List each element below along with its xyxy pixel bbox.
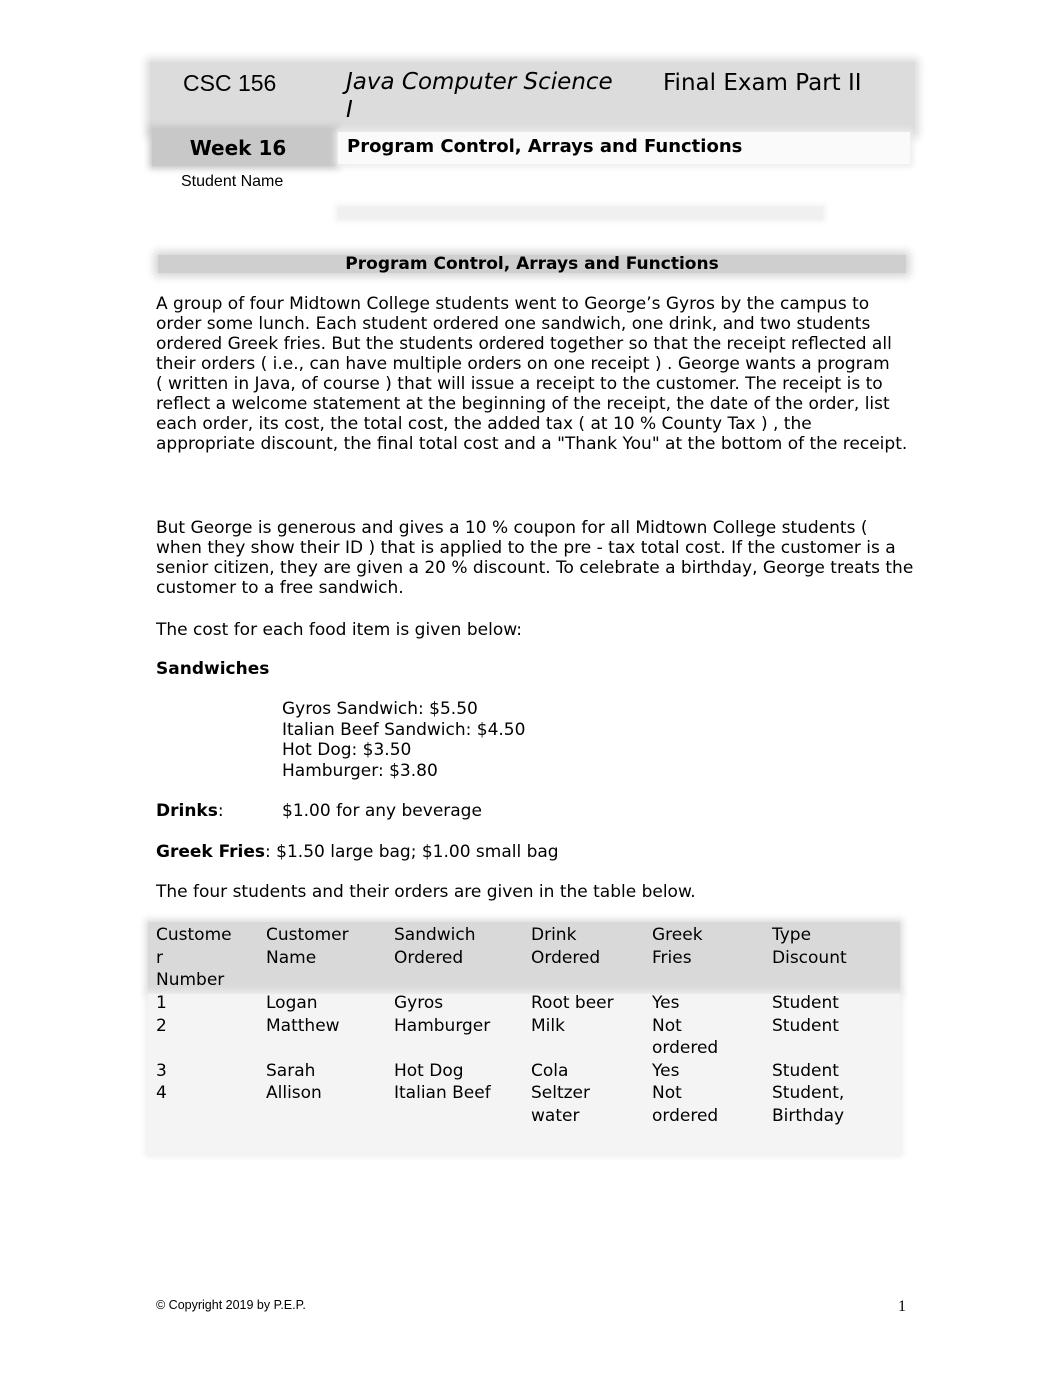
column-header: Sandwich Ordered	[394, 925, 476, 968]
table-cell: Root beer	[531, 993, 614, 1013]
intro-paragraph: A group of four Midtown College students…	[156, 294, 916, 454]
intro-paragraph-part2: ( written in Java, of course ) that will…	[156, 374, 908, 454]
intro-paragraph-part1: A group of four Midtown College students…	[156, 294, 892, 374]
table-cell: Yes	[652, 993, 680, 1013]
table-cell-empty	[772, 1127, 900, 1157]
table-cell: Not ordered	[652, 1015, 719, 1059]
table-cell: Student, Birthday	[772, 1083, 845, 1126]
table-cell: Hot Dog	[394, 1060, 464, 1081]
course-code: CSC 156	[183, 70, 277, 96]
table-cell: Yes	[652, 1060, 680, 1081]
table-cell-empty	[531, 1127, 652, 1157]
sandwich-list: Gyros Sandwich: $5.50 Italian Beef Sandw…	[282, 699, 525, 781]
table-cell: Matthew	[266, 1015, 340, 1036]
table-row-empty	[148, 1127, 900, 1157]
table-cell: Student	[772, 993, 839, 1013]
fries-value: $1.50 large bag; $1.00 small bag	[276, 842, 559, 862]
page-number: 1	[898, 1298, 906, 1315]
table-intro: The four students and their orders are g…	[156, 882, 696, 902]
orders-table: Custome r Number Customer Name Sandwich Or…	[148, 922, 900, 1157]
cost-intro: The cost for each food item is given bel…	[156, 620, 522, 640]
course-title: Java Computer Science I	[346, 68, 646, 124]
drinks-label: Drinks	[156, 801, 218, 821]
table-cell: Cola	[531, 1060, 569, 1081]
table-cell: Hamburger	[394, 1015, 491, 1036]
section-title: Program Control, Arrays and Functions	[345, 254, 719, 274]
table-cell-empty	[652, 1127, 772, 1157]
drinks-value: $1.00 for any beverage	[282, 801, 482, 821]
fries-label: Greek Fries	[156, 842, 266, 862]
table-cell: 2	[156, 1015, 167, 1036]
discount-paragraph: But George is generous and gives a 10 % …	[156, 518, 914, 598]
orders-table-wrap: Custome r Number Customer Name Sandwich Or…	[148, 922, 900, 1154]
fries-sep: :	[265, 842, 277, 862]
table-cell-empty	[148, 1127, 266, 1157]
column-header: Customer Name	[266, 925, 349, 968]
table-cell: Sarah	[266, 1060, 316, 1081]
sandwich-item: Gyros Sandwich: $5.50	[282, 699, 478, 719]
table-cell: 3	[156, 1060, 167, 1081]
table-header-row: Custome r Number Customer Name Sandwich Or…	[148, 922, 900, 992]
column-header: Custome r Number	[156, 925, 232, 990]
sandwich-item: Italian Beef Sandwich: $4.50	[282, 719, 526, 740]
table-cell: Logan	[266, 993, 318, 1013]
copyright-text: © Copyright 2019 by P.E.P.	[156, 1298, 306, 1312]
exam-title: Final Exam Part II	[663, 70, 862, 96]
table-cell: Not ordered	[652, 1083, 719, 1126]
table-row: 3 Sarah Hot Dog Cola Yes Student	[148, 1060, 900, 1083]
drinks-sep: :	[217, 801, 224, 821]
column-header: Drink Ordered	[531, 925, 601, 968]
column-header: Type Discount	[772, 925, 847, 968]
table-cell: Student	[772, 1015, 839, 1036]
student-name-field[interactable]	[338, 207, 823, 219]
table-row: 4 Allison Italian Beef Seltzer water Not ord…	[148, 1082, 900, 1127]
drinks-line: Drinks: $1.00 for any beverage	[156, 801, 482, 821]
column-header: Greek Fries	[652, 925, 703, 968]
table-cell: Allison	[266, 1083, 322, 1103]
header-subtitle: Program Control, Arrays and Functions	[347, 136, 743, 157]
week-label: Week 16	[189, 136, 287, 160]
table-cell: Seltzer water	[531, 1083, 591, 1126]
table-cell: 4	[156, 1083, 167, 1103]
fries-line: Greek Fries: $1.50 large bag; $1.00 smal…	[156, 842, 559, 862]
table-cell-empty	[394, 1127, 531, 1157]
table-cell: Italian Beef	[394, 1083, 491, 1103]
table-cell: Milk	[531, 1015, 565, 1036]
table-cell: 1	[156, 993, 167, 1013]
table-row: 1 Logan Gyros Root beer Yes Student	[148, 992, 900, 1015]
course-title-text: Java Computer Science	[346, 69, 613, 95]
table-row: 2 Matthew Hamburger Milk Not ordered Student	[148, 1015, 900, 1060]
table-cell: Student	[772, 1060, 839, 1081]
sandwich-item: Hamburger: $3.80	[282, 760, 438, 781]
course-title-wrap: I	[346, 97, 353, 123]
student-name-label: Student Name	[181, 173, 284, 190]
sandwiches-heading: Sandwiches	[156, 659, 270, 679]
sandwich-item: Hot Dog: $3.50	[282, 740, 412, 760]
table-cell: Gyros	[394, 993, 444, 1013]
table-cell-empty	[266, 1127, 394, 1157]
